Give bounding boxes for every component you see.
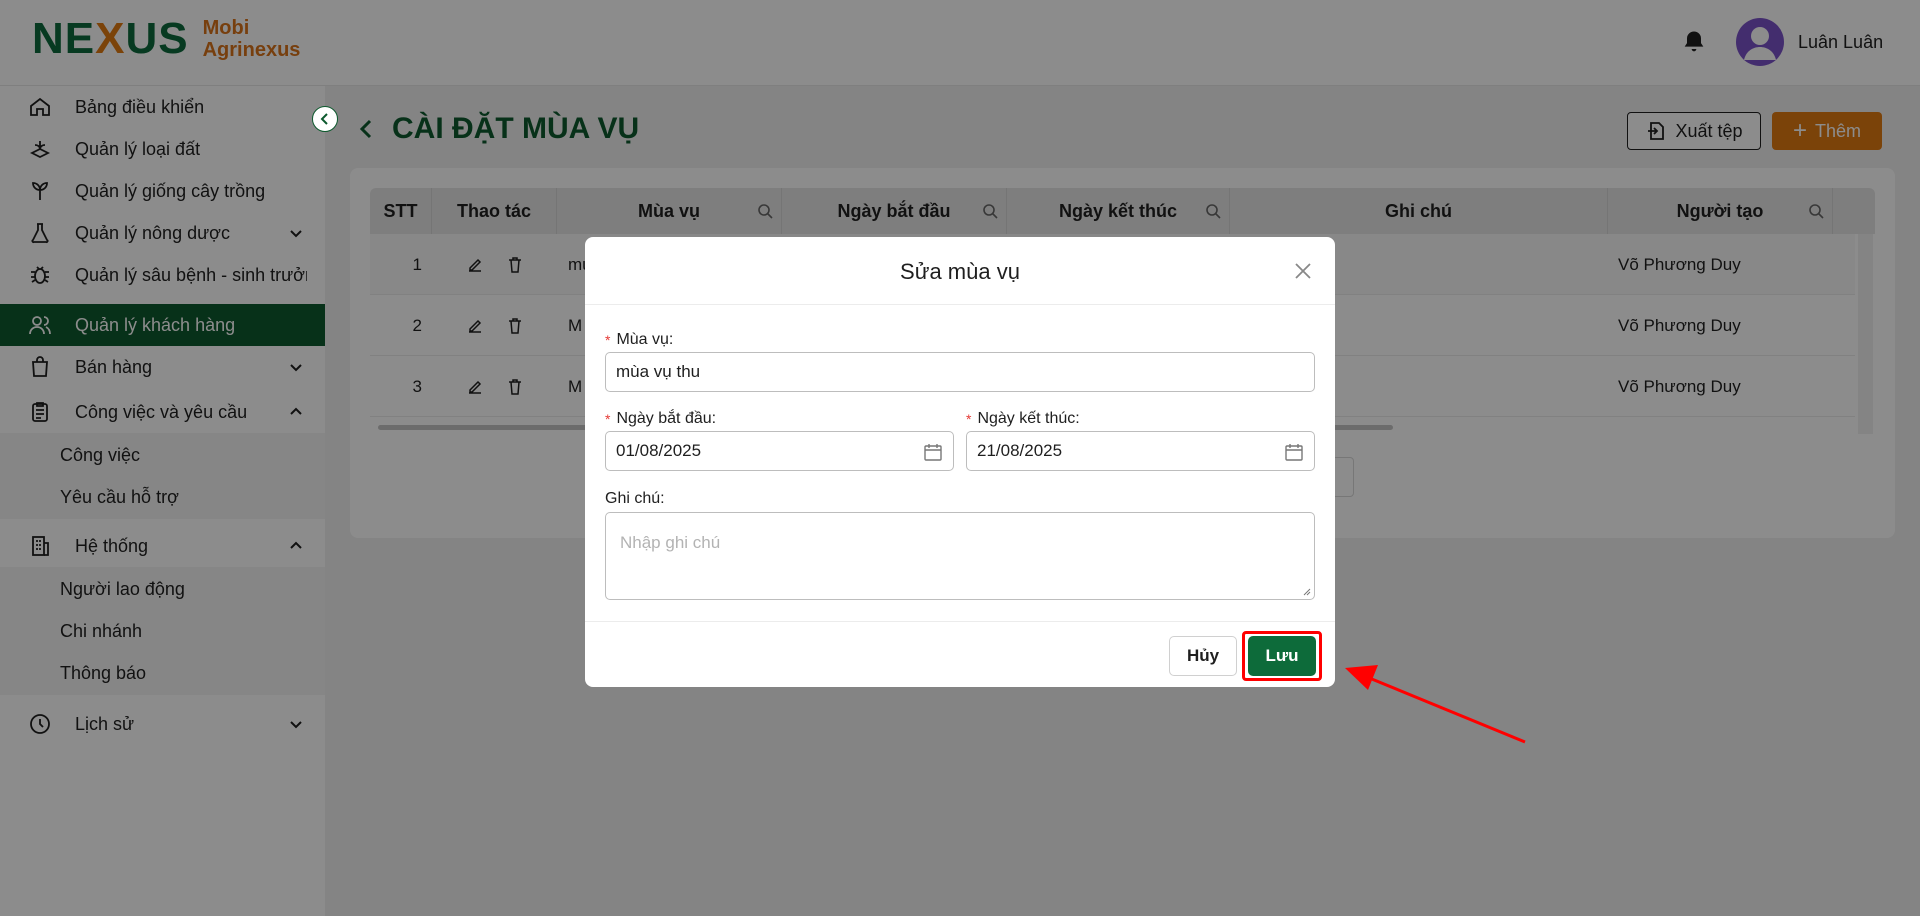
season-input[interactable]: mùa vụ thu [605,352,1315,392]
calendar-icon [1285,444,1303,461]
note-textarea[interactable]: Nhập ghi chú [605,512,1315,600]
end-date-picker[interactable]: 21/08/2025 [966,431,1315,471]
calendar-icon [924,444,942,461]
chevron-left-icon [320,113,328,125]
annotation-arrow [1345,665,1526,744]
cancel-button[interactable]: Hủy [1169,636,1237,676]
season-label: * Mùa vụ: [605,331,674,348]
end-date-label: * Ngày kết thúc: [966,410,1080,427]
resize-grip-icon[interactable] [1301,586,1311,596]
modal-title: Sửa mùa vụ [900,259,1020,284]
start-date-picker[interactable]: 01/08/2025 [605,431,954,471]
modal-footer-divider [585,621,1335,622]
edit-season-modal: Sửa mùa vụ * Mùa vụ: mùa vụ thu * Ngày bắt… [585,237,1335,687]
start-date-label: * Ngày bắt đầu: [605,410,717,427]
sidebar-collapse-button[interactable] [312,106,338,132]
save-button[interactable]: Lưu [1248,636,1316,676]
modal-divider [585,304,1335,305]
close-icon[interactable] [1291,259,1315,283]
note-label: Ghi chú: [605,490,665,507]
note-placeholder: Nhập ghi chú [620,533,721,552]
